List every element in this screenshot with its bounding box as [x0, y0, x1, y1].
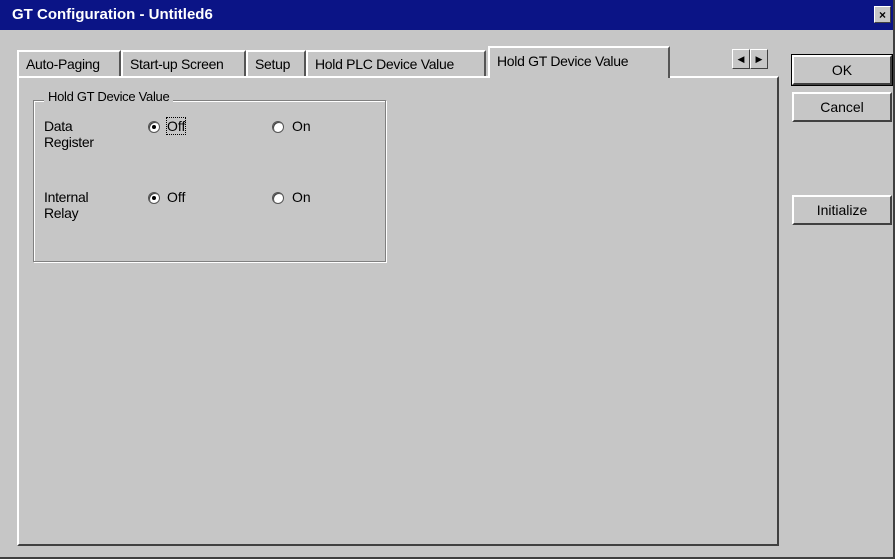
dialog-window: GT Configuration - Untitled6 × Auto-Pagi… — [0, 0, 895, 559]
data-register-off-label[interactable]: Off — [165, 117, 187, 135]
internal-relay-off-radio[interactable] — [148, 192, 160, 204]
tab-hold-gt-device-value[interactable]: Hold GT Device Value — [488, 46, 670, 78]
tab-hold-plc-device-value[interactable]: Hold PLC Device Value — [306, 50, 486, 76]
close-button[interactable]: × — [874, 6, 891, 23]
internal-relay-label: Internal Relay — [44, 189, 89, 221]
window-title: GT Configuration - Untitled6 — [12, 6, 213, 23]
cancel-button[interactable]: Cancel — [792, 92, 892, 122]
tab-scroll-right-button[interactable]: ▶ — [750, 49, 768, 69]
internal-relay-on-label[interactable]: On — [292, 189, 311, 205]
data-register-on-radio[interactable] — [272, 121, 284, 133]
data-register-off-radio[interactable] — [148, 121, 160, 133]
data-register-on-label[interactable]: On — [292, 118, 311, 134]
tab-start-up-screen[interactable]: Start-up Screen — [121, 50, 246, 76]
tab-setup[interactable]: Setup — [246, 50, 306, 76]
initialize-button[interactable]: Initialize — [792, 195, 892, 225]
ok-button[interactable]: OK — [791, 54, 893, 86]
internal-relay-off-label[interactable]: Off — [167, 189, 185, 205]
data-register-label: Data Register — [44, 118, 94, 150]
tab-auto-paging[interactable]: Auto-Paging — [17, 50, 121, 76]
internal-relay-on-radio[interactable] — [272, 192, 284, 204]
title-bar[interactable]: GT Configuration - Untitled6 × — [0, 0, 893, 30]
tab-scroll-left-button[interactable]: ◀ — [732, 49, 750, 69]
group-title: Hold GT Device Value — [44, 89, 174, 104]
